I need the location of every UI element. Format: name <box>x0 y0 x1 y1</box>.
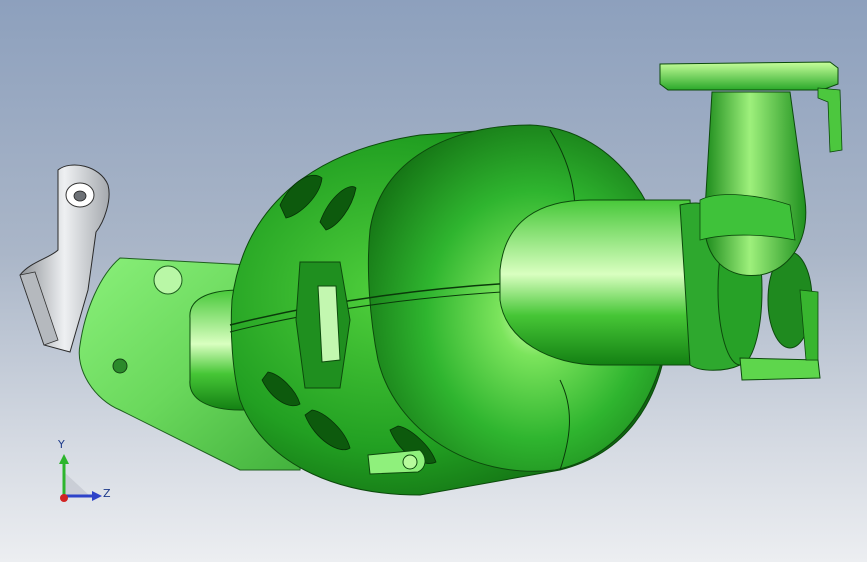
latch-clip[interactable] <box>295 261 351 389</box>
z-axis-label: Z <box>103 487 111 500</box>
elbow-pipe[interactable] <box>699 91 807 277</box>
3d-viewport[interactable]: Y Z <box>0 0 867 562</box>
y-axis-arrow <box>59 454 69 464</box>
cad-model-view[interactable] <box>0 0 867 562</box>
y-axis-label: Y <box>58 438 65 451</box>
triad-plane <box>64 472 90 496</box>
z-axis-arrow <box>92 491 102 501</box>
x-axis-dot <box>60 494 68 502</box>
view-triad-icon: Y Z <box>48 438 128 510</box>
